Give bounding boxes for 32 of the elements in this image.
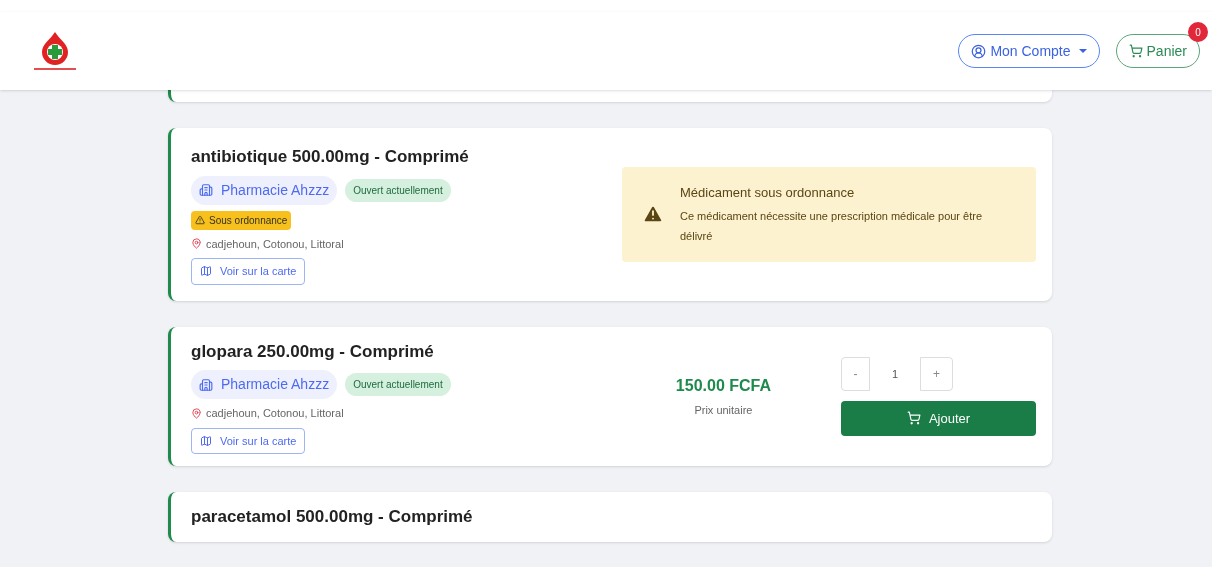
location-pin-icon: [191, 238, 202, 250]
map-link-button[interactable]: Voir sur la carte: [191, 258, 306, 285]
status-badge: Ouvert actuellement: [345, 373, 451, 396]
product-title: paracetamol 500.00mg - Comprimé: [191, 506, 473, 528]
address: cadjehoun, Cotonou, Littoral: [191, 235, 344, 252]
product-title: antibiotique 500.00mg - Comprimé: [191, 146, 469, 168]
notice-title: Médicament sous ordonnance: [680, 183, 856, 202]
cart-icon: [1128, 44, 1143, 58]
cart-count-badge: 0: [1188, 22, 1208, 42]
cart-icon: [906, 411, 921, 426]
product-title: glopara 250.00mg - Comprimé: [191, 340, 434, 363]
map-link-button[interactable]: Voir sur la carte: [191, 427, 306, 454]
decrease-button[interactable]: -: [841, 356, 870, 391]
user-icon: [971, 43, 987, 59]
pharmacy-tag[interactable]: Pharmacie Ahzzz: [191, 175, 338, 205]
increase-button[interactable]: +: [920, 356, 953, 391]
building-icon: [199, 377, 213, 392]
building-icon: [199, 183, 213, 197]
status-badge: Ouvert actuellement: [345, 178, 451, 202]
prescription-badge: Sous ordonnance: [191, 210, 292, 230]
map-icon: [200, 265, 212, 278]
map-icon: [200, 434, 212, 447]
warning-icon: [195, 215, 205, 225]
price: 150.00 FCFA: [675, 376, 771, 396]
add-to-cart-button[interactable]: Ajouter: [841, 400, 1036, 436]
address: cadjehoun, Cotonou, Littoral: [191, 405, 344, 422]
notice-text: Ce médicament nécessite une prescription médicale pour être délivré: [680, 209, 984, 244]
price-label: Prix unitaire: [694, 403, 753, 418]
caret-icon: [1078, 49, 1087, 53]
pharmacy-tag[interactable]: Pharmacie Ahzzz: [191, 370, 338, 399]
quantity-field[interactable]: 1: [870, 356, 920, 391]
location-pin-icon: [191, 407, 202, 419]
